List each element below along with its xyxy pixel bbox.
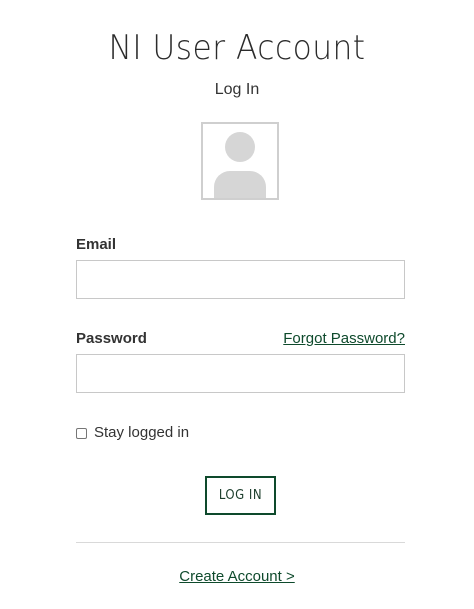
forgot-password-link[interactable]: Forgot Password? — [283, 329, 405, 349]
page-subtitle: Log In — [214, 81, 260, 98]
avatar — [201, 122, 279, 200]
login-button[interactable]: LOG IN — [205, 476, 276, 515]
user-placeholder-icon — [225, 132, 255, 162]
create-account: Create Account > — [0, 567, 474, 587]
email-label: Email — [76, 236, 117, 253]
stay-logged-in[interactable]: Stay logged in — [76, 423, 189, 443]
create-account-link[interactable]: Create Account > — [179, 568, 295, 585]
page-title: NI User Account — [108, 28, 366, 68]
password-field[interactable] — [76, 354, 405, 393]
stay-logged-in-label: Stay logged in — [94, 424, 190, 441]
user-placeholder-body — [214, 171, 266, 198]
stay-logged-in-checkbox[interactable] — [76, 427, 87, 439]
divider — [76, 542, 405, 543]
email-field[interactable] — [76, 260, 405, 299]
password-label: Password — [76, 330, 147, 347]
